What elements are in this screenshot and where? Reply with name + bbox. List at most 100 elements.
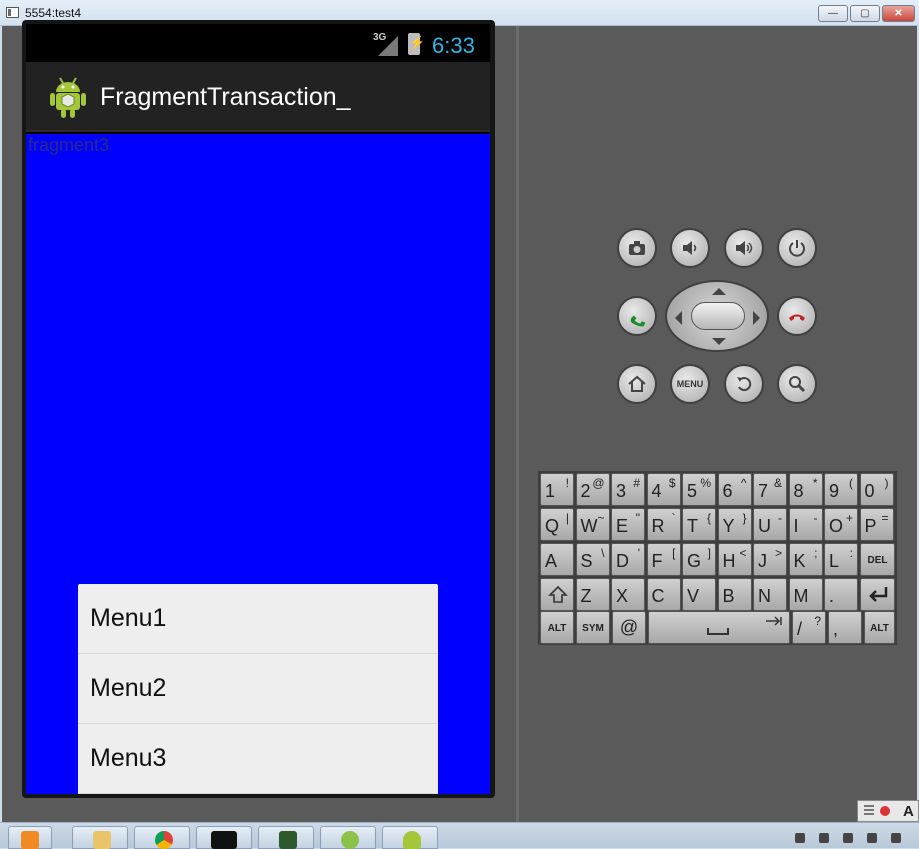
dpad-down-icon[interactable] — [712, 338, 726, 345]
volume-up-button[interactable] — [724, 228, 764, 268]
key-6[interactable]: J > — [753, 543, 787, 576]
key-5[interactable]: H < — [717, 543, 752, 576]
key-4[interactable]: B — [717, 578, 752, 611]
key-at[interactable]: @ — [612, 611, 646, 644]
key-0[interactable]: A — [540, 543, 574, 576]
dpad[interactable] — [665, 280, 769, 352]
end-call-icon — [789, 314, 805, 321]
key-2[interactable]: D ' — [611, 543, 645, 576]
home-button[interactable] — [617, 364, 657, 404]
tray-volume-icon[interactable] — [867, 833, 877, 843]
tray-arrow-icon[interactable] — [795, 833, 805, 843]
key-0[interactable]: Q | — [540, 508, 574, 541]
android-robot-icon[interactable] — [50, 76, 86, 118]
key-6[interactable]: U- — [753, 508, 787, 541]
key-comma[interactable]: , — [828, 611, 862, 644]
key-label: R — [651, 516, 665, 536]
media-player-icon[interactable] — [8, 826, 52, 849]
key-6[interactable]: M — [788, 578, 823, 611]
dpad-center-button[interactable] — [691, 302, 745, 330]
minimize-button[interactable]: — — [818, 5, 848, 22]
power-button[interactable] — [777, 228, 817, 268]
menu-button[interactable]: MENU — [670, 364, 710, 404]
key-sublabel: ~ — [597, 511, 605, 525]
key-4[interactable]: G] — [682, 543, 716, 576]
key-1[interactable]: X — [611, 578, 645, 611]
search-button[interactable] — [777, 364, 817, 404]
key-3[interactable]: R ` — [646, 508, 681, 541]
end-call-button[interactable] — [777, 296, 817, 336]
key-8[interactable]: L: — [824, 543, 858, 576]
key-5[interactable]: N — [753, 578, 787, 611]
key-0[interactable]: 1! — [540, 473, 574, 506]
language-bar[interactable]: A — [857, 800, 919, 822]
file-explorer-icon[interactable] — [72, 826, 128, 849]
tray-misc-icon[interactable] — [891, 833, 901, 843]
menu-item-3[interactable]: Menu3 — [78, 724, 438, 794]
key-1[interactable]: 2 @ — [575, 473, 610, 506]
key-sym[interactable]: SYM — [576, 611, 610, 644]
key-sublabel: ^ — [740, 476, 747, 490]
key-1[interactable]: S \ — [575, 543, 610, 576]
grip-icon — [864, 805, 874, 817]
key-3[interactable]: V — [682, 578, 716, 611]
tray-app-icon[interactable] — [843, 833, 853, 843]
dpad-up-icon[interactable] — [712, 288, 726, 295]
key-sublabel: ) — [884, 476, 889, 490]
key-5[interactable]: 6 ^ — [717, 473, 752, 506]
key-6[interactable]: 7 & — [753, 473, 787, 506]
popup-menu: Menu1 Menu2 Menu3 — [78, 584, 438, 794]
key-7[interactable]: I- — [788, 508, 823, 541]
key-2[interactable]: C — [646, 578, 681, 611]
key-delete[interactable]: DEL — [860, 543, 895, 576]
menu-item-1[interactable]: Menu1 — [78, 584, 438, 654]
key-5[interactable]: Y} — [717, 508, 752, 541]
back-button[interactable] — [724, 364, 764, 404]
dpad-left-icon[interactable] — [675, 311, 682, 325]
key-9[interactable]: P = — [859, 508, 894, 541]
key-2[interactable]: E " — [611, 508, 645, 541]
key-2[interactable]: 3 # — [611, 473, 645, 506]
braces-app-icon[interactable] — [320, 826, 376, 849]
key-shift[interactable] — [540, 578, 574, 611]
key-3[interactable]: F[ — [646, 543, 681, 576]
key-7[interactable]: K; — [788, 543, 823, 576]
camera-button[interactable] — [617, 228, 657, 268]
key-4[interactable]: T{ — [682, 508, 716, 541]
tab-arrow-icon — [766, 616, 782, 626]
call-button[interactable] — [617, 296, 657, 336]
android-icon[interactable] — [382, 826, 438, 849]
key-1[interactable]: W ~ — [575, 508, 610, 541]
volume-down-button[interactable] — [670, 228, 710, 268]
key-sublabel: { — [706, 511, 711, 525]
key-8[interactable]: 9( — [824, 473, 858, 506]
key-label: X — [616, 586, 629, 606]
monitor-icon[interactable] — [258, 826, 314, 849]
key-enter[interactable] — [860, 578, 895, 611]
key-alt-right[interactable]: ALT — [864, 611, 895, 644]
key-slash[interactable]: /? — [792, 611, 826, 644]
key-7[interactable]: . — [824, 578, 858, 611]
key-0[interactable]: Z — [575, 578, 610, 611]
key-9[interactable]: 0) — [859, 473, 894, 506]
close-button[interactable]: ✕ — [882, 5, 915, 22]
tray-network-icon[interactable] — [819, 833, 829, 843]
key-sublabel: @ — [592, 476, 605, 490]
key-8[interactable]: O + — [824, 508, 858, 541]
chrome-icon[interactable] — [134, 826, 190, 849]
key-label: Y — [722, 516, 735, 536]
key-label: N — [758, 586, 771, 606]
cmd-icon[interactable] — [196, 826, 252, 849]
key-alt-left[interactable]: ALT — [540, 611, 574, 644]
dpad-right-icon[interactable] — [753, 311, 760, 325]
menu-item-2[interactable]: Menu2 — [78, 654, 438, 724]
key-sublabel: " — [635, 511, 640, 525]
key-4[interactable]: 5% — [682, 473, 716, 506]
key-space[interactable] — [648, 611, 790, 644]
device-screen[interactable]: 3G ⚡ 6:33 FragmentTransaction_ fragment3… — [26, 24, 490, 794]
key-sublabel: [ — [672, 546, 676, 560]
key-7[interactable]: 8 * — [788, 473, 823, 506]
hardware-keyboard: 1! 2 @3 #4 $5% 6 ^ 7 & 8 * 9(0) Q | W ~ E " R ` T{Y} U - I - O + P… — [538, 471, 897, 645]
key-3[interactable]: 4 $ — [646, 473, 681, 506]
maximize-button[interactable]: ▢ — [850, 5, 880, 22]
